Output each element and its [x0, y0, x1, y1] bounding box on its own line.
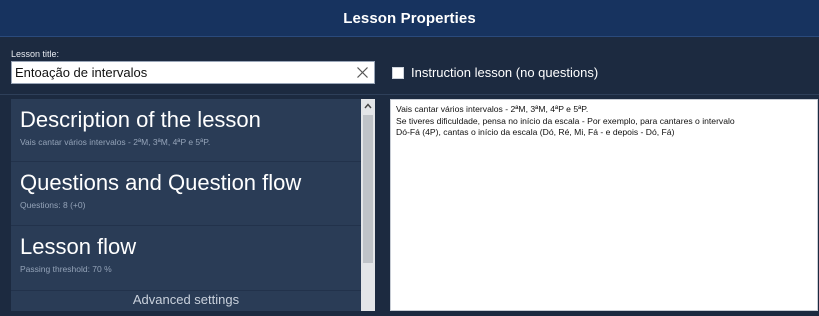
section-subtitle: Vais cantar vários intervalos - 2ªM, 3ªM… — [20, 137, 211, 147]
instruction-lesson-checkbox[interactable]: Instruction lesson (no questions) — [392, 65, 598, 80]
section-subtitle: Questions: 8 (+0) — [20, 200, 86, 210]
description-line: Se tiveres dificuldade, pensa no início … — [396, 115, 735, 126]
description-textarea[interactable]: Vais cantar vários intervalos - 2ªM, 3ªM… — [390, 99, 818, 311]
sections-scrollbar[interactable] — [361, 99, 375, 311]
lesson-title-label: Lesson title: — [11, 49, 60, 59]
divider — [0, 94, 819, 95]
close-icon — [356, 67, 368, 78]
lesson-title-input[interactable] — [12, 62, 345, 83]
window-title: Lesson Properties — [343, 9, 476, 27]
advanced-settings-button[interactable]: Advanced settings — [11, 287, 361, 311]
title-bar: Lesson Properties — [0, 0, 819, 37]
checkbox-unchecked-icon[interactable] — [392, 66, 404, 79]
scroll-up-button[interactable] — [361, 99, 375, 113]
description-line: Vais cantar vários intervalos - 2ªM, 3ªM… — [396, 104, 589, 114]
chevron-up-icon — [364, 103, 372, 109]
section-description[interactable]: Description of the lesson Vais cantar vá… — [11, 99, 361, 162]
instruction-lesson-label: Instruction lesson (no questions) — [411, 65, 599, 80]
lesson-title-field[interactable] — [11, 61, 375, 84]
section-title: Questions and Question flow — [20, 170, 302, 195]
section-subtitle: Passing threshold: 70 % — [20, 264, 112, 274]
section-title: Description of the lesson — [20, 107, 261, 132]
clear-title-button[interactable] — [352, 63, 372, 82]
lesson-properties-window: Lesson Properties Lesson title: Instruct… — [0, 0, 819, 316]
section-title: Lesson flow — [20, 234, 137, 259]
scrollbar-thumb[interactable] — [363, 115, 373, 263]
section-lesson-flow[interactable]: Lesson flow Passing threshold: 70 % — [11, 226, 361, 291]
section-questions[interactable]: Questions and Question flow Questions: 8… — [11, 162, 361, 226]
description-line: Dó-Fá (4P), cantas o início da escala (D… — [396, 127, 675, 137]
settings-sections-panel: Description of the lesson Vais cantar vá… — [11, 99, 361, 311]
